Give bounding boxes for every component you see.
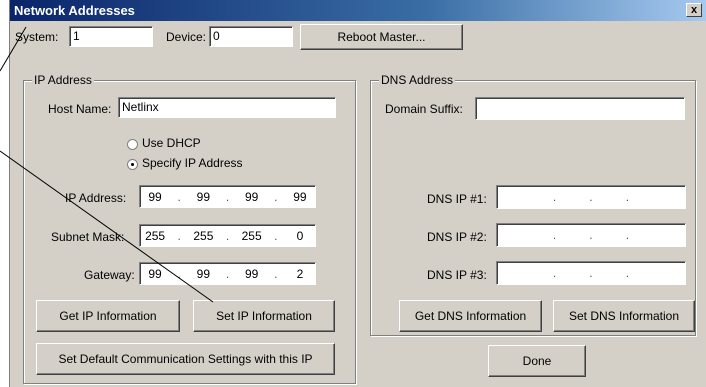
reboot-master-button[interactable]: Reboot Master...: [300, 24, 463, 50]
dot-separator: .: [552, 228, 557, 242]
ip-octet: 99: [293, 189, 307, 204]
dns-ip-3-field[interactable]: ...: [496, 261, 686, 285]
window-title: Network Addresses: [14, 3, 135, 18]
dot-separator: .: [589, 266, 593, 280]
device-field[interactable]: 0: [209, 26, 293, 47]
close-button[interactable]: x: [686, 3, 702, 17]
dot-separator: .: [274, 189, 278, 204]
ip-octet: 99: [196, 189, 211, 204]
done-button[interactable]: Done: [488, 345, 586, 377]
gateway-octet: 99: [148, 266, 162, 281]
gateway-field[interactable]: 99. 99. 99. 2: [139, 262, 316, 285]
get-ip-information-button[interactable]: Get IP Information: [36, 300, 180, 332]
dot-separator: .: [274, 266, 278, 281]
dot-separator: .: [625, 190, 630, 204]
dot-separator: .: [552, 266, 557, 280]
ip-address-label: IP Address:: [65, 191, 127, 205]
dot-separator: .: [225, 228, 230, 243]
dns-ip-3-label: DNS IP #3:: [427, 268, 487, 282]
dns-ip-1-field[interactable]: ...: [496, 185, 686, 209]
gateway-octet: 99: [196, 266, 211, 281]
set-default-communication-button[interactable]: Set Default Communication Settings with …: [36, 343, 335, 375]
use-dhcp-radio[interactable]: [127, 139, 138, 150]
dot-separator: .: [177, 228, 181, 243]
set-ip-information-button[interactable]: Set IP Information: [193, 300, 335, 332]
title-bar: Network Addresses x: [10, 0, 706, 21]
dns-ip-2-field[interactable]: ...: [496, 223, 686, 247]
subnet-octet: 255: [193, 228, 214, 243]
use-dhcp-label: Use DHCP: [142, 136, 201, 150]
ip-octet: 99: [244, 189, 259, 204]
host-name-label: Host Name:: [48, 102, 112, 116]
ip-address-group-title: IP Address: [32, 73, 94, 87]
subnet-octet: 255: [241, 228, 262, 243]
dot-separator: .: [625, 266, 630, 280]
subnet-mask-field[interactable]: 255. 255. 255. 0: [139, 224, 316, 247]
subnet-octet: 0: [296, 228, 304, 243]
specify-ip-radio[interactable]: [127, 159, 138, 170]
specify-ip-label: Specify IP Address: [142, 156, 243, 170]
host-name-field[interactable]: Netlinx: [118, 97, 336, 118]
dot-separator: .: [589, 228, 593, 242]
dot-separator: .: [274, 228, 278, 243]
dot-separator: .: [589, 190, 593, 204]
dot-separator: .: [625, 228, 630, 242]
dns-address-group-title: DNS Address: [379, 73, 456, 87]
dot-separator: .: [552, 190, 557, 204]
dns-ip-1-label: DNS IP #1:: [427, 192, 487, 206]
system-label: System:: [15, 30, 59, 44]
dot-separator: .: [177, 266, 181, 281]
ip-octet: 99: [148, 189, 162, 204]
subnet-mask-label: Subnet Mask:: [51, 230, 125, 244]
set-dns-information-button[interactable]: Set DNS Information: [553, 300, 695, 332]
device-label: Device:: [166, 30, 207, 44]
get-dns-information-button[interactable]: Get DNS Information: [399, 300, 542, 332]
dot-separator: .: [225, 266, 230, 281]
system-field[interactable]: 1: [69, 26, 153, 47]
gateway-octet: 2: [296, 266, 304, 281]
domain-suffix-field[interactable]: [475, 97, 685, 120]
gateway-label: Gateway:: [84, 268, 135, 282]
subnet-octet: 255: [145, 228, 166, 243]
ip-address-field[interactable]: 99. 99. 99. 99: [139, 185, 316, 208]
gateway-octet: 99: [244, 266, 259, 281]
domain-suffix-label: Domain Suffix:: [385, 102, 463, 116]
dns-ip-2-label: DNS IP #2:: [427, 230, 487, 244]
network-addresses-dialog: Network Addresses x System: 1 Device: 0 …: [9, 0, 706, 387]
dot-separator: .: [177, 189, 181, 204]
dot-separator: .: [225, 189, 230, 204]
